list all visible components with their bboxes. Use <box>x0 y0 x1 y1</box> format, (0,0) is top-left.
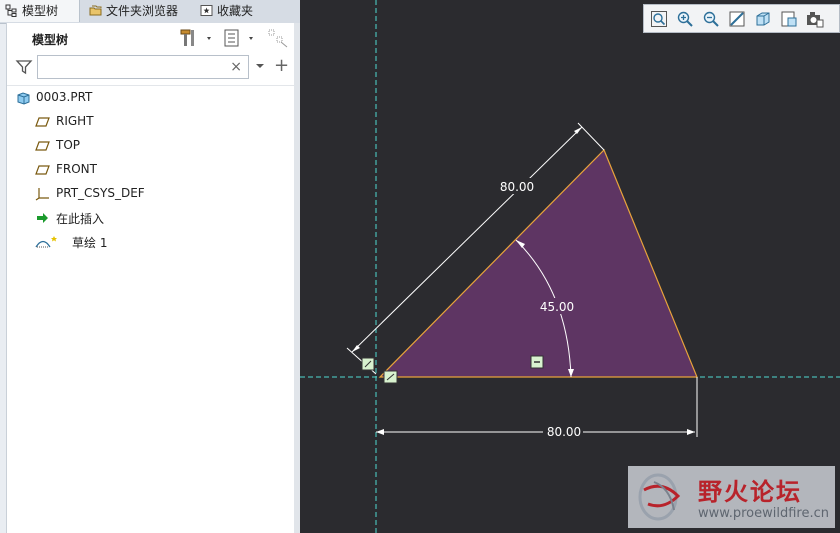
tree-item-csys[interactable]: PRT_CSYS_DEF <box>7 183 295 205</box>
insert-here-arrow-icon <box>37 213 48 223</box>
filter-input[interactable]: × <box>37 55 249 79</box>
show-options-icon[interactable] <box>223 28 263 48</box>
datum-plane-icon <box>35 117 50 127</box>
tree-item-label: 在此插入 <box>56 212 105 226</box>
folder-browser-icon <box>89 5 102 16</box>
tree-item-right[interactable]: RIGHT <box>7 111 295 133</box>
sketch-canvas[interactable]: 80.00 45.00 80.00 <box>300 0 840 533</box>
filter-icon[interactable] <box>15 58 33 76</box>
watermark-url: www.proewildfire.cn <box>698 506 829 521</box>
dimension-base[interactable]: 80.00 <box>547 425 581 439</box>
dimension-arrow <box>352 345 360 352</box>
add-filter-icon[interactable]: + <box>274 55 289 76</box>
zoom-out-icon[interactable] <box>702 10 720 28</box>
tab-label: 收藏夹 <box>217 4 254 18</box>
refit-icon[interactable] <box>650 10 668 28</box>
dimension-arrow <box>574 127 582 134</box>
watermark-title: 野火论坛 <box>698 478 802 506</box>
graphics-toolbar <box>643 4 840 33</box>
tab-folder-browser[interactable]: 文件夹浏览器 <box>84 0 190 22</box>
tree-item-label: RIGHT <box>56 114 94 128</box>
sketched-triangle[interactable] <box>378 148 698 378</box>
tree-item-label: TOP <box>56 138 81 152</box>
zoom-in-icon[interactable] <box>676 10 694 28</box>
favorites-icon <box>200 5 213 16</box>
model-tree-title: 模型树 <box>32 33 69 47</box>
tree-columns-icon[interactable] <box>267 28 291 48</box>
repaint-icon[interactable] <box>728 10 746 28</box>
forum-logo-icon <box>638 473 681 521</box>
filter-bar: × + <box>7 53 295 83</box>
datum-plane-icon <box>35 141 50 151</box>
tab-label: 模型树 <box>22 4 59 18</box>
tree-item-label: FRONT <box>56 162 97 176</box>
model-tree-header: 模型树 <box>7 23 295 53</box>
tree-item-insert-here[interactable]: 在此插入 <box>7 207 295 229</box>
view-manager-icon[interactable] <box>806 10 824 28</box>
dimension-arrow <box>376 429 384 435</box>
tree-item-label: 草绘 1 <box>72 236 108 250</box>
coordinate-system-icon <box>35 188 49 201</box>
tree-item-top[interactable]: TOP <box>7 135 295 157</box>
dimension-arrow <box>687 429 695 435</box>
tree-item-sketch[interactable]: 草绘 1 <box>7 231 295 253</box>
forum-watermark: 野火论坛 www.proewildfire.cn <box>628 466 835 528</box>
tree-item-part[interactable]: 0003.PRT <box>7 87 295 109</box>
dimension-angle[interactable]: 45.00 <box>540 300 574 314</box>
part-icon <box>17 92 30 105</box>
tree-item-label: PRT_CSYS_DEF <box>56 186 145 200</box>
datum-plane-icon <box>35 165 50 175</box>
settings-tools-icon[interactable] <box>179 28 223 48</box>
sketch-icon <box>35 236 57 248</box>
filter-dropdown-icon[interactable] <box>255 62 265 70</box>
tree-item-front[interactable]: FRONT <box>7 159 295 181</box>
tree-item-label: 0003.PRT <box>36 90 93 104</box>
model-tree-list: 0003.PRT RIGHT TOP FRONT PRT_CSYS_DEF 在此… <box>7 85 295 250</box>
saved-views-icon[interactable] <box>780 10 798 28</box>
model-tree-panel: 模型树 × + 0003.PRT RIGHT TOP FRONT PRT_CSY… <box>6 23 296 533</box>
tab-favorites[interactable]: 收藏夹 <box>195 0 267 22</box>
tab-model-tree[interactable]: 模型树 <box>0 0 80 22</box>
navigator-tabs: 模型树 文件夹浏览器 收藏夹 <box>0 0 300 24</box>
model-tree-icon <box>5 4 17 17</box>
display-style-icon[interactable] <box>754 10 772 28</box>
sketch-graphics: 80.00 45.00 80.00 <box>300 0 840 533</box>
tab-label: 文件夹浏览器 <box>106 4 179 18</box>
clear-filter-icon[interactable]: × <box>230 59 242 75</box>
dimension-hypotenuse[interactable]: 80.00 <box>500 180 534 194</box>
left-panel: 模型树 文件夹浏览器 收藏夹 模型树 × + 0003.PRT RIGHT TO… <box>0 0 300 533</box>
